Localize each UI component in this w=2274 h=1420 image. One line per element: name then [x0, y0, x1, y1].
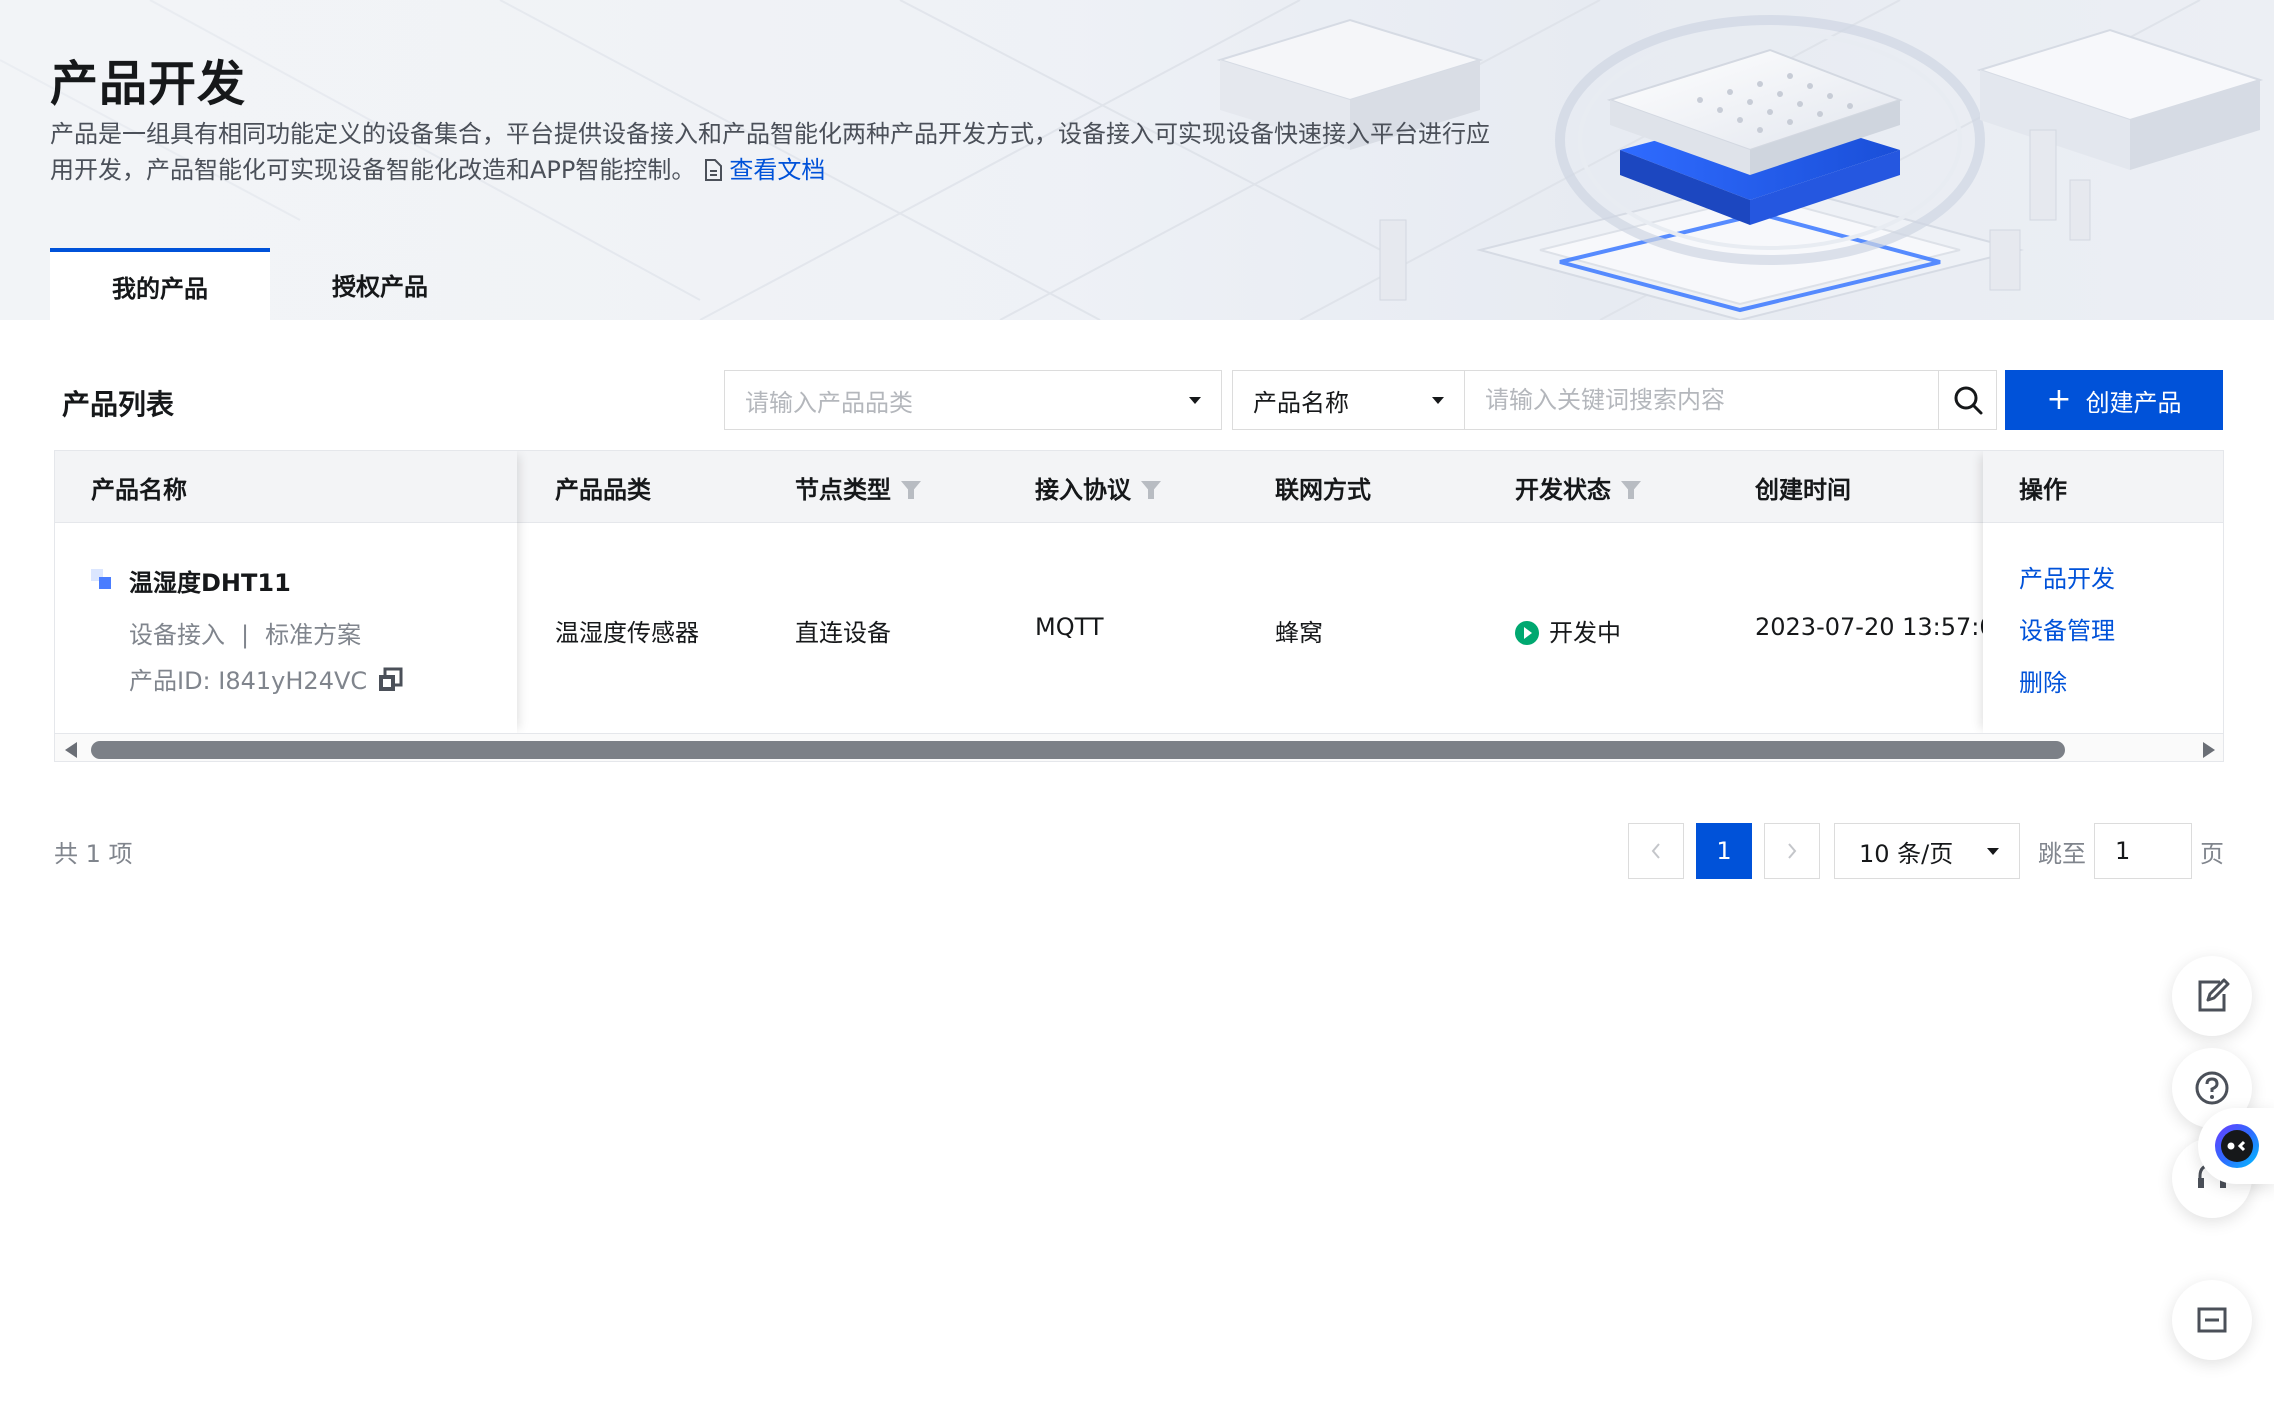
cell-created-time: 2023-07-20 13:57:04: [1755, 613, 2010, 641]
col-header-network-label: 联网方式: [1275, 475, 1371, 504]
category-select-placeholder: 请输入产品品类: [745, 388, 913, 417]
page-size-select[interactable]: 10 条/页: [1834, 823, 2020, 879]
collapse-icon: [2197, 1307, 2227, 1333]
page-suffix-label: 页: [2200, 840, 2224, 868]
caret-down-icon: [1189, 396, 1201, 404]
plus-icon: +: [2046, 382, 2072, 417]
table-fixed-right-column: 操作 产品开发 设备管理 删除: [1983, 451, 2223, 733]
tab-authorized-products[interactable]: 授权产品: [270, 248, 490, 320]
status-label: 开发中: [1549, 619, 1621, 647]
edit-icon: [2198, 978, 2230, 1012]
page-title: 产品开发: [50, 56, 247, 112]
page-description: 产品是一组具有相同功能定义的设备集合，平台提供设备接入和产品智能化两种产品开发方…: [50, 116, 1500, 188]
total-count: 共 1 项: [54, 840, 133, 868]
col-header-name-label: 产品名称: [91, 475, 187, 504]
cell-node-type: 直连设备: [795, 619, 891, 647]
product-tabs: 我的产品 授权产品: [50, 248, 490, 320]
table-fixed-left-column: 产品名称 温湿度DHT11 设备接入 | 标准方案 产品ID: I841yH24VC: [55, 451, 517, 733]
meta-separator: |: [241, 621, 250, 649]
search-field-select[interactable]: 产品名称: [1232, 370, 1464, 430]
action-device-manage[interactable]: 设备管理: [2019, 611, 2115, 646]
cell-category: 温湿度传感器: [555, 619, 699, 647]
page-size-value: 10 条/页: [1859, 839, 1954, 868]
chevron-right-icon: [1788, 843, 1797, 859]
horizontal-scrollbar[interactable]: [55, 733, 2223, 761]
jump-page-input[interactable]: [2094, 823, 2192, 879]
col-header-status-label: 开发状态: [1515, 475, 1611, 504]
document-icon: [705, 159, 723, 181]
collapse-button[interactable]: [2172, 1280, 2252, 1360]
ai-assistant-button[interactable]: [2198, 1108, 2274, 1184]
caret-down-icon: [1987, 847, 1999, 855]
cell-network: 蜂窝: [1275, 619, 1323, 647]
create-product-button[interactable]: + 创建产品: [2005, 370, 2223, 430]
feedback-button[interactable]: [2172, 956, 2252, 1036]
search-input[interactable]: [1464, 370, 1938, 430]
col-header-actions-label: 操作: [2019, 475, 2067, 504]
col-header-category: 产品品类: [555, 451, 651, 523]
next-page-button[interactable]: [1764, 823, 1820, 879]
prev-page-button[interactable]: [1628, 823, 1684, 879]
col-header-protocol: 接入协议: [1035, 451, 1161, 523]
col-header-created-label: 创建时间: [1755, 475, 1851, 504]
status-running-icon: [1515, 621, 1539, 645]
tab-my-products[interactable]: 我的产品: [50, 248, 270, 320]
create-product-label: 创建产品: [2085, 388, 2182, 417]
view-docs-label: 查看文档: [729, 156, 826, 184]
col-header-protocol-label: 接入协议: [1035, 475, 1131, 504]
action-delete[interactable]: 删除: [2019, 663, 2067, 698]
col-header-name: 产品名称: [91, 451, 187, 523]
caret-down-icon: [1432, 396, 1444, 404]
col-header-created: 创建时间: [1755, 451, 1851, 523]
search-button[interactable]: [1938, 370, 1997, 430]
page-number-current[interactable]: 1: [1696, 823, 1752, 879]
access-type: 设备接入: [129, 621, 225, 649]
product-id-value: I841yH24VC: [218, 667, 368, 695]
col-header-actions: 操作: [2019, 451, 2067, 523]
chevron-left-icon: [1651, 843, 1660, 859]
product-id-label: 产品ID:: [129, 667, 211, 695]
scrollbar-thumb[interactable]: [91, 741, 2065, 759]
filter-icon[interactable]: [1141, 481, 1161, 499]
category-select[interactable]: 请输入产品品类: [724, 370, 1222, 430]
section-title: 产品列表: [62, 388, 175, 421]
view-docs-link[interactable]: 查看文档: [695, 156, 825, 184]
cell-protocol: MQTT: [1035, 613, 1104, 641]
product-id-row: 产品ID: I841yH24VC: [129, 661, 403, 696]
scroll-left-arrow-icon[interactable]: [65, 742, 77, 758]
jump-label: 跳至: [2038, 840, 2086, 868]
col-header-node-type-label: 节点类型: [795, 475, 891, 504]
col-header-category-label: 产品品类: [555, 475, 651, 504]
copy-icon[interactable]: [377, 667, 403, 693]
product-table: 产品品类 节点类型 接入协议 联网方式 开发状态 创建时间 温湿度传感器 直连设…: [54, 450, 2224, 762]
action-product-develop[interactable]: 产品开发: [2019, 559, 2115, 594]
scheme-type: 标准方案: [265, 621, 362, 649]
assistant-avatar-icon: [2215, 1124, 2259, 1168]
help-icon: [2195, 1071, 2229, 1105]
search-icon: [1954, 386, 1982, 415]
filter-icon[interactable]: [901, 481, 921, 499]
product-meta: 设备接入 | 标准方案: [129, 615, 361, 650]
col-header-node-type: 节点类型: [795, 451, 921, 523]
col-header-network: 联网方式: [1275, 451, 1371, 523]
cell-status: 开发中: [1515, 613, 1621, 648]
product-name[interactable]: 温湿度DHT11: [129, 563, 291, 598]
col-header-status: 开发状态: [1515, 451, 1641, 523]
scroll-right-arrow-icon[interactable]: [2203, 742, 2215, 758]
filter-icon[interactable]: [1621, 481, 1641, 499]
page-banner: 产品开发 产品是一组具有相同功能定义的设备集合，平台提供设备接入和产品智能化两种…: [0, 0, 2274, 320]
search-field-value: 产品名称: [1253, 388, 1349, 417]
product-icon: [91, 569, 111, 589]
